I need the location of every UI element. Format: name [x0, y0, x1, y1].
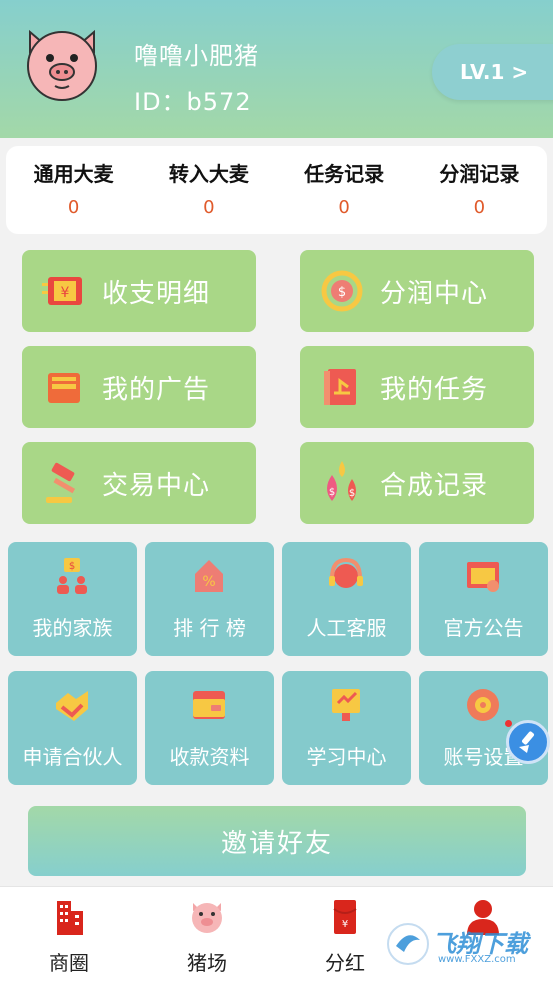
my-ads-button[interactable]: 我的广告: [22, 346, 256, 428]
svg-text:¥: ¥: [61, 285, 70, 301]
profile-header: 噜噜小肥猪 ID：b572 LV.1 >: [0, 0, 553, 138]
bill-icon: ¥: [42, 277, 82, 305]
task-book-icon: [324, 369, 356, 405]
family-icon: $: [57, 558, 87, 594]
svg-text:%: %: [202, 574, 215, 590]
svg-text:$: $: [69, 561, 75, 572]
gavel-icon: [46, 462, 76, 503]
stat-value: 0: [203, 197, 215, 218]
button-label: 分润中心: [380, 278, 489, 309]
payment-info-tile[interactable]: 收款资料: [145, 671, 274, 785]
tile-label: 排 行 榜: [173, 616, 246, 640]
stats-card: 通用大麦 0 转入大麦 0 任务记录 0 分润记录 0: [6, 146, 547, 234]
announcement-icon: [467, 562, 499, 592]
stat-task-records[interactable]: 任务记录 0: [277, 146, 412, 234]
headset-icon: [329, 557, 363, 588]
watermark-url: www.FXXZ.com: [438, 954, 516, 965]
stat-label: 任务记录: [304, 162, 385, 186]
stat-transfer-barley[interactable]: 转入大麦 0: [141, 146, 276, 234]
stat-label: 转入大麦: [168, 162, 249, 186]
stat-value: 0: [67, 197, 80, 218]
site-watermark: 飞翔下载 www.FXXZ.com: [386, 920, 546, 970]
stat-value: 0: [338, 197, 350, 218]
drops-icon: $ $: [327, 461, 356, 501]
coin-cycle-icon: $: [321, 270, 363, 312]
ranking-icon: %: [195, 560, 223, 592]
apply-partner-tile[interactable]: 申请合伙人: [8, 671, 137, 785]
synthesis-records-button[interactable]: $ $ 合成记录: [300, 442, 534, 524]
tile-label: 学习中心: [306, 745, 387, 769]
stat-profit-records[interactable]: 分润记录 0: [412, 146, 547, 234]
pig-icon: [192, 903, 222, 933]
user-id: ID：b572: [134, 88, 252, 116]
broom-icon: [519, 731, 534, 753]
tab-business-circle[interactable]: 商圈: [0, 887, 138, 983]
stat-label: 分润记录: [439, 162, 520, 186]
stat-general-barley[interactable]: 通用大麦 0: [6, 146, 141, 234]
handshake-icon: [56, 691, 88, 721]
svg-text:$: $: [329, 487, 335, 498]
button-label: 我的广告: [102, 374, 211, 405]
button-label: 我的任务: [380, 374, 489, 405]
trading-center-button[interactable]: 交易中心: [22, 442, 256, 524]
floating-tool-button[interactable]: [506, 720, 550, 764]
red-envelope-icon: ¥: [333, 900, 357, 934]
button-label: 交易中心: [102, 470, 211, 501]
tile-label: 官方公告: [443, 616, 524, 640]
username: 噜噜小肥猪: [134, 42, 259, 70]
button-label: 收支明细: [102, 278, 211, 309]
study-center-tile[interactable]: 学习中心: [282, 671, 411, 785]
level-button[interactable]: LV.1 >: [432, 44, 553, 100]
ranking-tile[interactable]: % 排 行 榜: [145, 542, 274, 656]
tile-label: 收款资料: [169, 745, 250, 769]
pig-avatar-icon[interactable]: [22, 26, 102, 102]
building-icon: [57, 901, 83, 935]
my-tasks-button[interactable]: 我的任务: [300, 346, 534, 428]
svg-text:¥: ¥: [342, 919, 348, 930]
tab-label: 商圈: [49, 951, 89, 975]
invite-friends-button[interactable]: 邀请好友: [28, 806, 526, 876]
tile-label: 我的家族: [32, 616, 113, 640]
button-label: 合成记录: [380, 470, 489, 501]
settings-icon: [467, 689, 499, 721]
svg-text:$: $: [349, 488, 355, 499]
wallet-card-icon: [193, 691, 225, 719]
stat-label: 通用大麦: [33, 162, 114, 186]
tile-label: 申请合伙人: [22, 745, 123, 769]
ad-card-icon: [48, 373, 80, 403]
svg-text:$: $: [338, 285, 346, 300]
watermark-logo-icon: [387, 923, 429, 965]
stat-value: 0: [473, 197, 486, 218]
income-expense-button[interactable]: ¥ 收支明细: [22, 250, 256, 332]
tab-pig-farm[interactable]: 猪场: [138, 887, 276, 983]
official-announcement-tile[interactable]: 官方公告: [419, 542, 548, 656]
my-family-tile[interactable]: $ 我的家族: [8, 542, 137, 656]
tab-label: 猪场: [187, 951, 227, 975]
profit-center-button[interactable]: $ 分润中心: [300, 250, 534, 332]
customer-service-tile[interactable]: 人工客服: [282, 542, 411, 656]
tile-label: 人工客服: [306, 616, 387, 640]
study-icon: [332, 689, 360, 721]
